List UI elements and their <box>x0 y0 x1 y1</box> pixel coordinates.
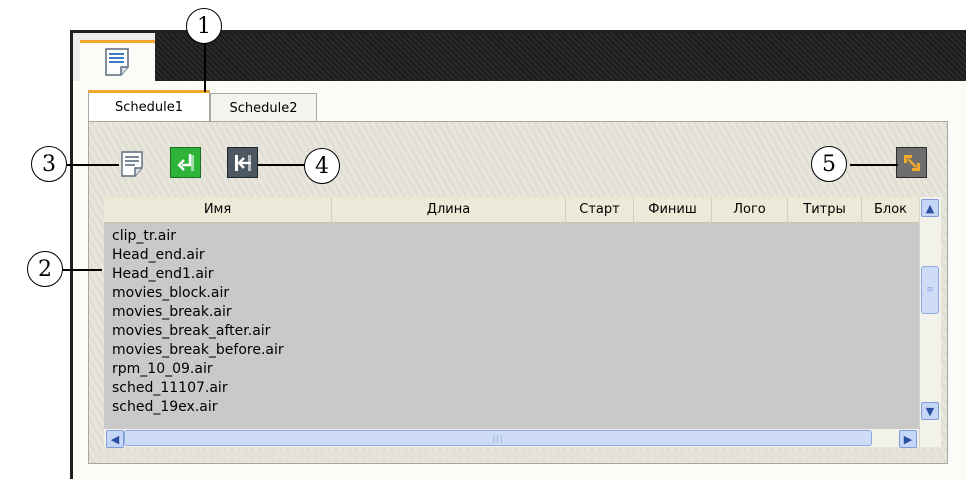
list-item[interactable]: movies_break_before.air <box>112 342 284 358</box>
grip-icon: ||| <box>492 433 504 443</box>
column-header-length[interactable]: Длина <box>332 197 566 222</box>
document-icon <box>120 150 143 177</box>
list-item[interactable]: movies_block.air <box>112 285 229 301</box>
swap-button[interactable] <box>896 147 927 178</box>
remove-arrow-icon <box>234 154 251 171</box>
column-header-logo[interactable]: Лого <box>712 197 788 222</box>
scroll-right-button[interactable]: ▶ <box>899 430 917 448</box>
tab-schedule1[interactable]: Schedule1 <box>88 90 210 122</box>
remove-button[interactable] <box>227 147 258 178</box>
swap-arrows-icon <box>903 154 920 171</box>
column-header-finish[interactable]: Финиш <box>634 197 712 222</box>
chevron-up-icon: ▲ <box>925 201 935 215</box>
callout-line-2 <box>62 269 102 271</box>
list-item[interactable]: sched_11107.air <box>112 380 228 396</box>
callout-4: 4 <box>304 148 340 184</box>
list-item[interactable]: sched_19ex.air <box>112 399 218 415</box>
column-header-start[interactable]: Старт <box>566 197 634 222</box>
scroll-up-button[interactable]: ▲ <box>921 199 939 217</box>
tab-strip-band <box>155 33 966 81</box>
vertical-scroll-thumb[interactable]: ≡ <box>921 266 939 314</box>
column-header-name[interactable]: Имя <box>104 197 332 222</box>
callout-line-3 <box>67 164 119 166</box>
chevron-down-icon: ▼ <box>925 404 935 418</box>
callout-2: 2 <box>27 251 63 287</box>
list-item[interactable]: clip_tr.air <box>112 228 176 244</box>
schedule-mode-tab[interactable] <box>80 40 155 84</box>
chevron-right-icon: ▶ <box>903 432 913 446</box>
grip-icon: ≡ <box>926 285 934 295</box>
column-header-titles[interactable]: Титры <box>788 197 862 222</box>
callout-3: 3 <box>31 146 67 182</box>
callout-5: 5 <box>811 146 847 182</box>
new-schedule-button[interactable] <box>116 148 147 179</box>
callout-line-5 <box>850 164 898 166</box>
list-item[interactable]: movies_break_after.air <box>112 323 270 339</box>
insert-button[interactable] <box>170 147 201 178</box>
chevron-left-icon: ◀ <box>110 432 120 446</box>
column-header-block[interactable]: Блок <box>862 197 919 222</box>
callout-line-1 <box>204 40 206 92</box>
file-list[interactable]: clip_tr.air Head_end.air Head_end1.air m… <box>104 197 919 429</box>
list-item[interactable]: rpm_10_09.air <box>112 361 213 377</box>
scroll-left-button[interactable]: ◀ <box>106 430 124 448</box>
document-icon <box>105 48 129 76</box>
list-header: Имя Длина Старт Финиш Лого Титры Блок <box>104 197 919 223</box>
list-item[interactable]: Head_end.air <box>112 247 205 263</box>
tab-schedule2[interactable]: Schedule2 <box>210 93 317 122</box>
callout-1: 1 <box>186 8 222 44</box>
scroll-down-button[interactable]: ▼ <box>921 402 939 420</box>
insert-arrow-icon <box>176 153 194 171</box>
list-item[interactable]: Head_end1.air <box>112 266 214 282</box>
callout-line-4 <box>258 164 304 166</box>
panel-footer <box>95 452 941 460</box>
list-item[interactable]: movies_break.air <box>112 304 232 320</box>
horizontal-scroll-thumb[interactable]: ||| <box>124 430 872 446</box>
